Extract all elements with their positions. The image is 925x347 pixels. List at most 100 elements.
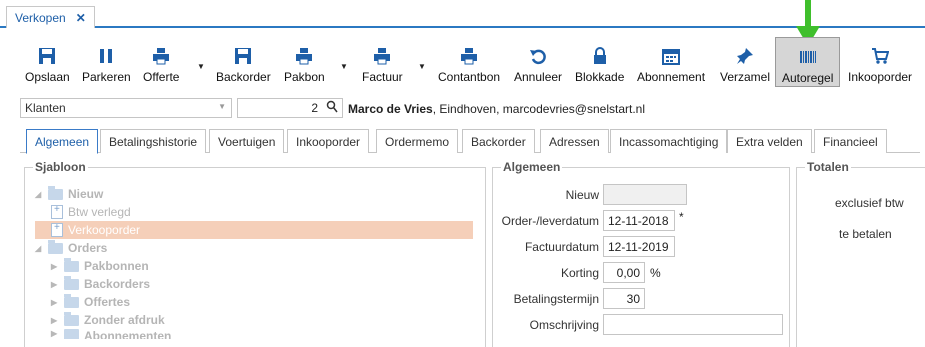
invoice-date-label: Factuurdatum (524, 240, 599, 254)
tree-item-orders[interactable]: ◢ Orders (35, 239, 495, 257)
tab-backorder[interactable]: Backorder (462, 129, 535, 153)
tab-adressen[interactable]: Adressen (540, 129, 609, 153)
description-field[interactable] (603, 314, 783, 335)
tab-ordermemo[interactable]: Ordermemo (376, 129, 459, 153)
tab-algemeen[interactable]: Algemeen (26, 129, 99, 154)
save-icon (234, 45, 252, 67)
tree-item-label: Pakbonnen (84, 259, 149, 273)
folder-icon (64, 275, 79, 290)
undo-icon (529, 45, 547, 67)
customer-number-input[interactable]: 2 (237, 98, 343, 118)
calendar-icon (662, 45, 681, 67)
save-label: Opslaan (25, 70, 70, 84)
pause-icon (97, 45, 115, 67)
save-icon (38, 45, 56, 67)
tab-betalingshistorie[interactable]: Betalingshistorie (100, 129, 207, 153)
tab-inkooporder[interactable]: Inkooporder (287, 129, 370, 153)
collect-button[interactable]: Verzamel (720, 45, 770, 89)
tree-item-zonder-afdruk[interactable]: ▶ Zonder afdruk (35, 311, 495, 329)
totalen-group: Totalen exclusief btw te betalen (796, 160, 925, 347)
invoice-button[interactable]: Factuur (362, 45, 403, 89)
packing-slip-dropdown-icon[interactable]: ▼ (340, 62, 348, 71)
save-button[interactable]: Opslaan (25, 45, 70, 89)
template-tree: ◢ Nieuw Btw verlegd Verkooporder ◢ Order… (35, 185, 495, 339)
tab-incassomachtiging[interactable]: Incassomachtiging (610, 129, 728, 153)
discount-label: Korting (560, 266, 599, 280)
block-button[interactable]: Blokkade (575, 45, 624, 89)
packing-slip-label: Pakbon (284, 70, 325, 84)
invoice-dropdown-icon[interactable]: ▼ (418, 62, 426, 71)
chevron-down-icon[interactable]: ◢ (35, 190, 43, 199)
cart-icon (871, 45, 890, 67)
quote-label: Offerte (143, 70, 180, 84)
document-tab-bar: Verkopen ✕ (0, 0, 925, 28)
tree-item-label: Nieuw (68, 187, 104, 201)
customer-info: Marco de Vries, Eindhoven, marcodevries@… (348, 102, 645, 116)
tree-item-nieuw[interactable]: ◢ Nieuw (35, 185, 495, 203)
subscription-label: Abonnement (637, 70, 706, 84)
chevron-right-icon[interactable]: ▶ (51, 316, 59, 325)
nieuw-row: Nieuw (493, 184, 791, 206)
tree-item-btw-verlegd[interactable]: Btw verlegd (35, 203, 495, 221)
search-icon[interactable] (326, 100, 338, 117)
folder-icon (48, 185, 63, 200)
detail-tabs: Algemeen Betalingshistorie Voertuigen In… (20, 129, 920, 154)
cash-receipt-button[interactable]: Contantbon (438, 45, 500, 89)
chevron-right-icon[interactable]: ▶ (51, 329, 59, 338)
backorder-button[interactable]: Backorder (216, 45, 271, 89)
customer-name: Marco de Vries (348, 102, 433, 116)
description-label: Omschrijving (529, 318, 599, 332)
relation-type-select[interactable]: Klanten ▼ (20, 98, 232, 118)
park-button[interactable]: Parkeren (82, 45, 131, 89)
order-date-field[interactable]: 12-11-2018 (603, 210, 675, 231)
tab-financieel[interactable]: Financieel (814, 129, 887, 153)
chevron-right-icon[interactable]: ▶ (51, 280, 59, 289)
park-label: Parkeren (82, 70, 131, 84)
folder-icon (64, 293, 79, 308)
print-icon (373, 45, 391, 67)
chevron-right-icon[interactable]: ▶ (51, 298, 59, 307)
customer-bar: Klanten ▼ 2 Marco de Vries, Eindhoven, m… (0, 96, 925, 122)
folder-icon (64, 311, 79, 326)
cancel-button[interactable]: Annuleer (514, 45, 562, 89)
chevron-down-icon[interactable]: ◢ (35, 244, 43, 253)
algemeen-title: Algemeen (501, 160, 563, 174)
pin-icon (736, 45, 754, 67)
tab-extra-velden[interactable]: Extra velden (727, 129, 812, 153)
discount-row: Korting 0,00 % (493, 262, 791, 284)
discount-field[interactable]: 0,00 (603, 262, 645, 283)
autoregel-button[interactable]: Autoregel (775, 37, 841, 87)
tree-item-label: Orders (68, 241, 108, 255)
invoice-label: Factuur (362, 70, 403, 84)
nieuw-label: Nieuw (565, 188, 599, 202)
quote-button[interactable]: Offerte (143, 45, 179, 89)
chevron-right-icon[interactable]: ▶ (51, 262, 59, 271)
invoice-date-row: Factuurdatum 12-11-2019 (493, 236, 791, 258)
tree-item-offertes[interactable]: ▶ Offertes (35, 293, 495, 311)
subscription-button[interactable]: Abonnement (637, 45, 705, 89)
payment-term-label: Betalingstermijn (513, 292, 599, 306)
print-icon (152, 45, 170, 67)
quote-dropdown-icon[interactable]: ▼ (197, 62, 205, 71)
order-date-label: Order-/leverdatum (501, 214, 599, 228)
required-marker: * (679, 210, 684, 224)
tab-verkopen[interactable]: Verkopen ✕ (6, 6, 95, 28)
tree-item-backorders[interactable]: ▶ Backorders (35, 275, 495, 293)
cancel-label: Annuleer (514, 70, 563, 84)
tree-item-verkooporder[interactable]: Verkooporder (35, 221, 473, 239)
barcode-icon (799, 46, 817, 68)
folder-icon (48, 239, 63, 254)
close-icon[interactable]: ✕ (76, 11, 86, 25)
invoice-date-field[interactable]: 12-11-2019 (603, 236, 675, 257)
te-betalen-label: te betalen (839, 227, 892, 241)
purchase-order-button[interactable]: Inkooporder (848, 45, 912, 89)
payment-term-field[interactable]: 30 (603, 288, 645, 309)
tree-item-pakbonnen[interactable]: ▶ Pakbonnen (35, 257, 495, 275)
tree-item-label: Backorders (84, 277, 151, 291)
tab-voertuigen[interactable]: Voertuigen (209, 129, 285, 153)
packing-slip-button[interactable]: Pakbon (284, 45, 325, 89)
order-date-row: Order-/leverdatum 12-11-2018 * (493, 210, 791, 232)
toolbar: Opslaan Parkeren Offerte ▼ Backorder Pak… (0, 37, 925, 92)
block-label: Blokkade (575, 70, 625, 84)
cash-receipt-label: Contantbon (438, 70, 501, 84)
